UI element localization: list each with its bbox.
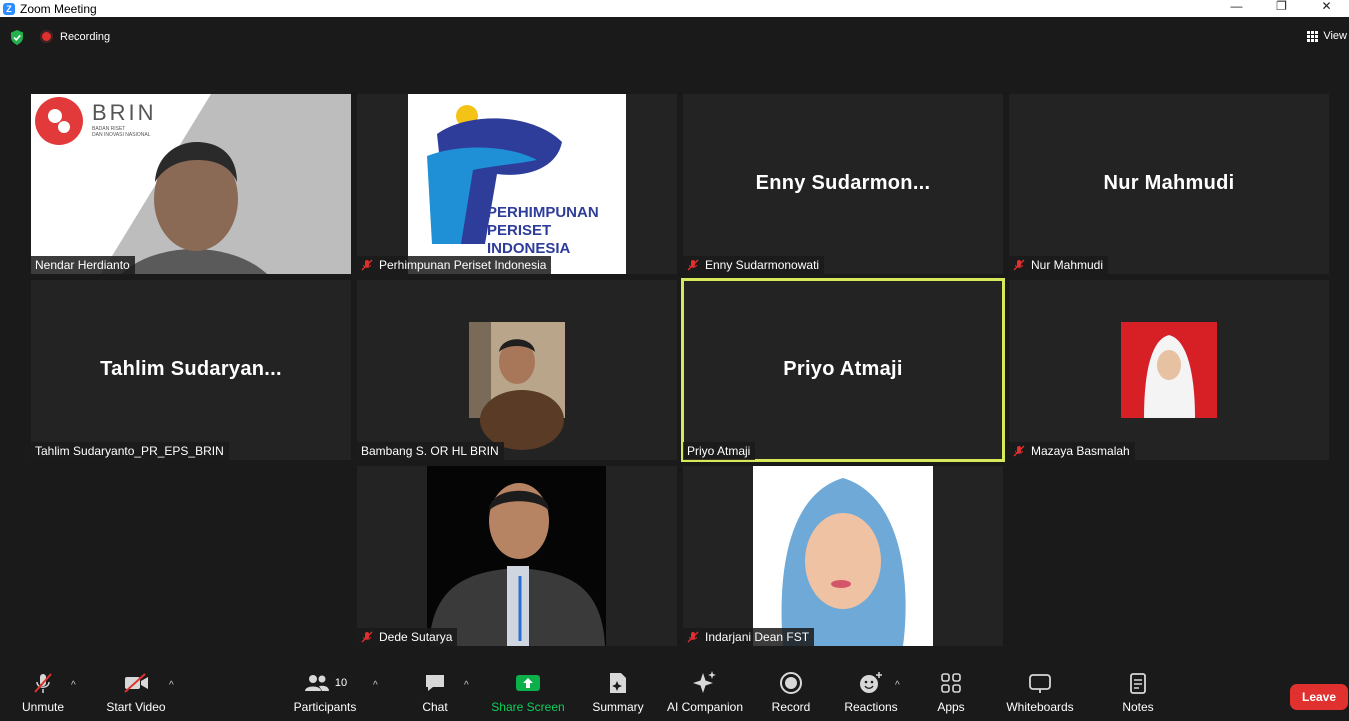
- participant-photo: [469, 322, 565, 450]
- restore-icon[interactable]: ❐: [1259, 0, 1304, 17]
- shield-icon[interactable]: [10, 30, 24, 45]
- video-tile-active-speaker[interactable]: Priyo Atmaji Priyo Atmaji: [681, 278, 1005, 462]
- leave-button[interactable]: Leave: [1290, 684, 1348, 710]
- logo-text-line2: PERISET: [487, 222, 552, 239]
- reactions-options-chevron-icon[interactable]: ^: [895, 680, 900, 691]
- participant-display-name: Tahlim Sudaryan...: [100, 358, 282, 380]
- window-titlebar: Z Zoom Meeting — ❐ ✕: [0, 0, 1349, 17]
- participant-name-label: Priyo Atmaji: [683, 442, 756, 460]
- recording-dot-icon: [40, 30, 53, 43]
- view-button[interactable]: View: [1307, 30, 1347, 42]
- participant-display-name: Nur Mahmudi: [1103, 172, 1235, 194]
- video-tile[interactable]: Nur Mahmudi Nur Mahmudi: [1009, 94, 1329, 274]
- window-controls: — ❐ ✕: [1214, 0, 1349, 17]
- participant-photo: [427, 466, 606, 646]
- microphone-muted-icon: [1013, 259, 1025, 271]
- chat-options-chevron-icon[interactable]: ^: [464, 680, 469, 691]
- audio-options-chevron-icon[interactable]: ^: [71, 680, 76, 691]
- microphone-muted-icon: [687, 259, 699, 271]
- apps-icon: [941, 673, 961, 693]
- close-icon[interactable]: ✕: [1304, 0, 1349, 17]
- view-label: View: [1323, 30, 1347, 42]
- ai-sparkle-icon: [693, 671, 716, 693]
- microphone-muted-icon: [361, 259, 373, 271]
- minimize-icon[interactable]: —: [1214, 0, 1259, 17]
- participant-name-label: Nur Mahmudi: [1009, 256, 1109, 274]
- chat-button[interactable]: Chat: [418, 668, 452, 721]
- notes-button[interactable]: Notes: [1118, 668, 1158, 721]
- apps-button[interactable]: Apps: [934, 668, 968, 721]
- zoom-logo-icon: Z: [3, 2, 15, 15]
- logo-text-line3: INDONESIA: [487, 240, 571, 257]
- participant-name-label: Dede Sutarya: [357, 628, 458, 646]
- start-video-button[interactable]: Start Video: [104, 668, 168, 721]
- participants-options-chevron-icon[interactable]: ^: [373, 680, 378, 691]
- video-tile[interactable]: Indarjani Dean FST: [683, 466, 1003, 646]
- record-button[interactable]: Record: [770, 668, 812, 721]
- video-tile[interactable]: Mazaya Basmalah: [1009, 280, 1329, 460]
- participants-count: 10: [334, 677, 348, 689]
- meeting-topbar: Recording View: [0, 17, 1349, 57]
- participant-name-label: Nendar Herdianto: [31, 256, 135, 274]
- participants-icon: [304, 675, 329, 691]
- summary-icon: [610, 673, 626, 693]
- participant-video: [31, 94, 351, 274]
- record-icon: [780, 672, 802, 694]
- whiteboard-icon: [1029, 674, 1051, 693]
- participant-name-label: Bambang S. OR HL BRIN: [357, 442, 504, 460]
- share-screen-icon: [516, 675, 540, 691]
- video-tile[interactable]: PERHIMPUNAN PERISET INDONESIA Perhimpuna…: [357, 94, 677, 274]
- participant-name-label: Mazaya Basmalah: [1009, 442, 1135, 460]
- brin-logo-sub2: DAN INOVASI NASIONAL: [92, 132, 151, 138]
- meeting-toolbar: Unmute ^ Start Video ^ 10 Participants ^…: [0, 668, 1349, 721]
- recording-label: Recording: [60, 30, 111, 43]
- microphone-muted-icon: [361, 631, 373, 643]
- participant-display-name: Enny Sudarmon...: [755, 172, 931, 194]
- participant-name-label: Enny Sudarmonowati: [683, 256, 825, 274]
- brin-logo-text: BRIN: [92, 100, 157, 125]
- video-options-chevron-icon[interactable]: ^: [169, 680, 174, 691]
- grid-view-icon: [1307, 30, 1319, 42]
- logo-text-line1: PERHIMPUNAN: [487, 204, 599, 221]
- reactions-button[interactable]: Reactions: [843, 668, 899, 721]
- video-tile[interactable]: Dede Sutarya: [357, 466, 677, 646]
- video-off-icon: [124, 673, 148, 693]
- video-tile[interactable]: BRIN BADAN RISET DAN INOVASI NASIONAL Ne…: [31, 94, 351, 274]
- reactions-icon: [860, 672, 882, 693]
- participants-button[interactable]: 10 Participants: [292, 668, 358, 721]
- unmute-button[interactable]: Unmute: [20, 668, 66, 721]
- video-tile[interactable]: Enny Sudarmon... Enny Sudarmonowati: [683, 94, 1003, 274]
- participant-name-label: Indarjani Dean FST: [683, 628, 815, 646]
- microphone-muted-icon: [687, 631, 699, 643]
- participant-photo: [753, 466, 933, 646]
- summary-button[interactable]: Summary: [590, 668, 646, 721]
- recording-indicator[interactable]: Recording: [40, 30, 110, 43]
- microphone-muted-icon: [1013, 445, 1025, 457]
- participant-name-label: Perhimpunan Periset Indonesia: [357, 256, 552, 274]
- notes-icon: [1130, 673, 1146, 694]
- window-title: Zoom Meeting: [20, 1, 97, 16]
- share-screen-button[interactable]: Share Screen: [490, 668, 566, 721]
- whiteboards-button[interactable]: Whiteboards: [1003, 668, 1077, 721]
- ai-companion-button[interactable]: AI Companion: [664, 668, 746, 721]
- microphone-muted-icon: [34, 673, 52, 693]
- chat-icon: [426, 675, 444, 691]
- video-tile[interactable]: Tahlim Sudaryan... Tahlim Sudaryanto_PR_…: [31, 280, 351, 460]
- participant-name-label: Tahlim Sudaryanto_PR_EPS_BRIN: [31, 442, 229, 460]
- participant-display-name: Priyo Atmaji: [783, 358, 903, 380]
- video-tile[interactable]: Bambang S. OR HL BRIN: [357, 280, 677, 460]
- participant-photo: [1121, 322, 1217, 418]
